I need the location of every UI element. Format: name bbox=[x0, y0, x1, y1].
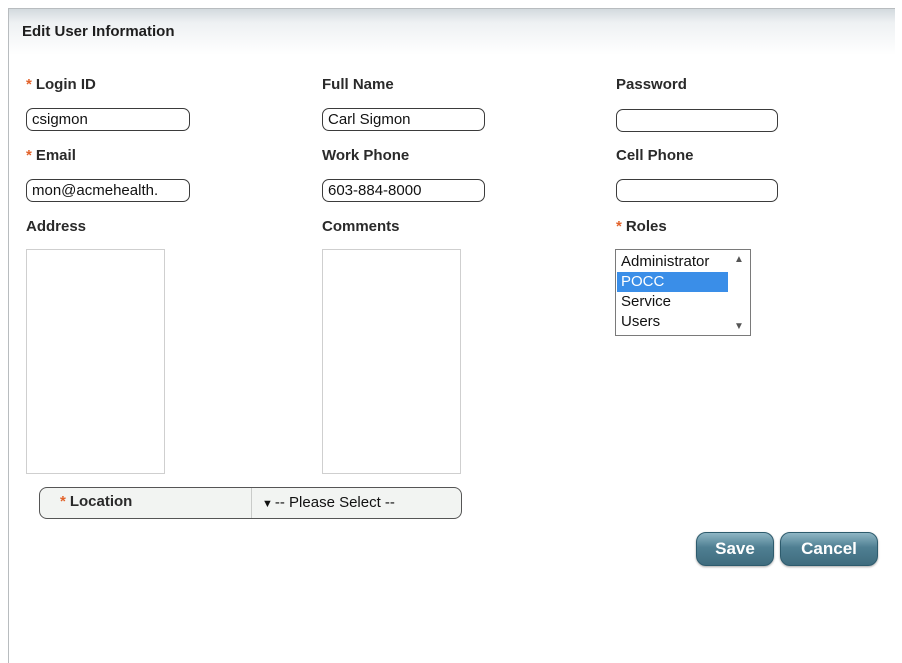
roles-label: * Roles bbox=[616, 218, 667, 235]
dropdown-arrow-icon[interactable]: ▼ bbox=[262, 498, 273, 510]
required-asterisk: * bbox=[26, 147, 32, 164]
login-id-label-text: Login ID bbox=[35, 76, 96, 93]
location-label: * Location bbox=[60, 493, 132, 510]
roles-label-text: Roles bbox=[625, 218, 667, 235]
full-name-label: Full Name bbox=[322, 76, 394, 93]
email-label: * Email bbox=[26, 147, 76, 164]
location-dropdown[interactable]: ▼ -- Please Select -- bbox=[262, 494, 395, 511]
required-asterisk: * bbox=[60, 493, 66, 510]
role-option-pocc[interactable]: POCC bbox=[617, 272, 728, 292]
role-option-service[interactable]: Service bbox=[617, 292, 728, 312]
scroll-down-arrow-icon[interactable]: ▼ bbox=[734, 321, 744, 332]
password-label: Password bbox=[616, 76, 687, 93]
email-field[interactable]: mon@acmehealth. bbox=[26, 179, 190, 202]
roles-listbox[interactable]: Administrator POCC Service Users ▲ ▼ bbox=[615, 249, 751, 336]
login-id-field[interactable]: csigmon bbox=[26, 108, 190, 131]
address-textarea[interactable] bbox=[26, 249, 165, 474]
panel-title: Edit User Information bbox=[22, 23, 175, 40]
cell-phone-field[interactable] bbox=[616, 179, 778, 202]
password-field[interactable] bbox=[616, 109, 778, 132]
panel-header: Edit User Information bbox=[9, 9, 895, 55]
location-divider bbox=[251, 488, 252, 518]
cancel-button[interactable]: Cancel bbox=[780, 532, 878, 566]
work-phone-field[interactable]: 603-884-8000 bbox=[322, 179, 485, 202]
comments-label: Comments bbox=[322, 218, 400, 235]
required-asterisk: * bbox=[26, 76, 32, 93]
role-option-users[interactable]: Users bbox=[617, 312, 728, 332]
full-name-field[interactable]: Carl Sigmon bbox=[322, 108, 485, 131]
location-selector[interactable]: * Location ▼ -- Please Select -- bbox=[39, 487, 462, 519]
location-selected-value: -- Please Select -- bbox=[274, 494, 395, 511]
edit-user-panel: Edit User Information * Login ID csigmon … bbox=[8, 8, 895, 663]
address-label: Address bbox=[26, 218, 87, 235]
work-phone-label: Work Phone bbox=[322, 147, 410, 164]
comments-textarea[interactable] bbox=[322, 249, 461, 474]
save-button[interactable]: Save bbox=[696, 532, 774, 566]
login-id-label: * Login ID bbox=[26, 76, 96, 93]
email-label-text: Email bbox=[35, 147, 76, 164]
role-option-administrator[interactable]: Administrator bbox=[617, 252, 728, 272]
location-label-text: Location bbox=[69, 493, 133, 510]
scroll-up-arrow-icon[interactable]: ▲ bbox=[734, 254, 744, 265]
cell-phone-label: Cell Phone bbox=[616, 147, 694, 164]
required-asterisk: * bbox=[616, 218, 622, 235]
roles-scrollbar[interactable]: ▲ ▼ bbox=[730, 251, 749, 334]
